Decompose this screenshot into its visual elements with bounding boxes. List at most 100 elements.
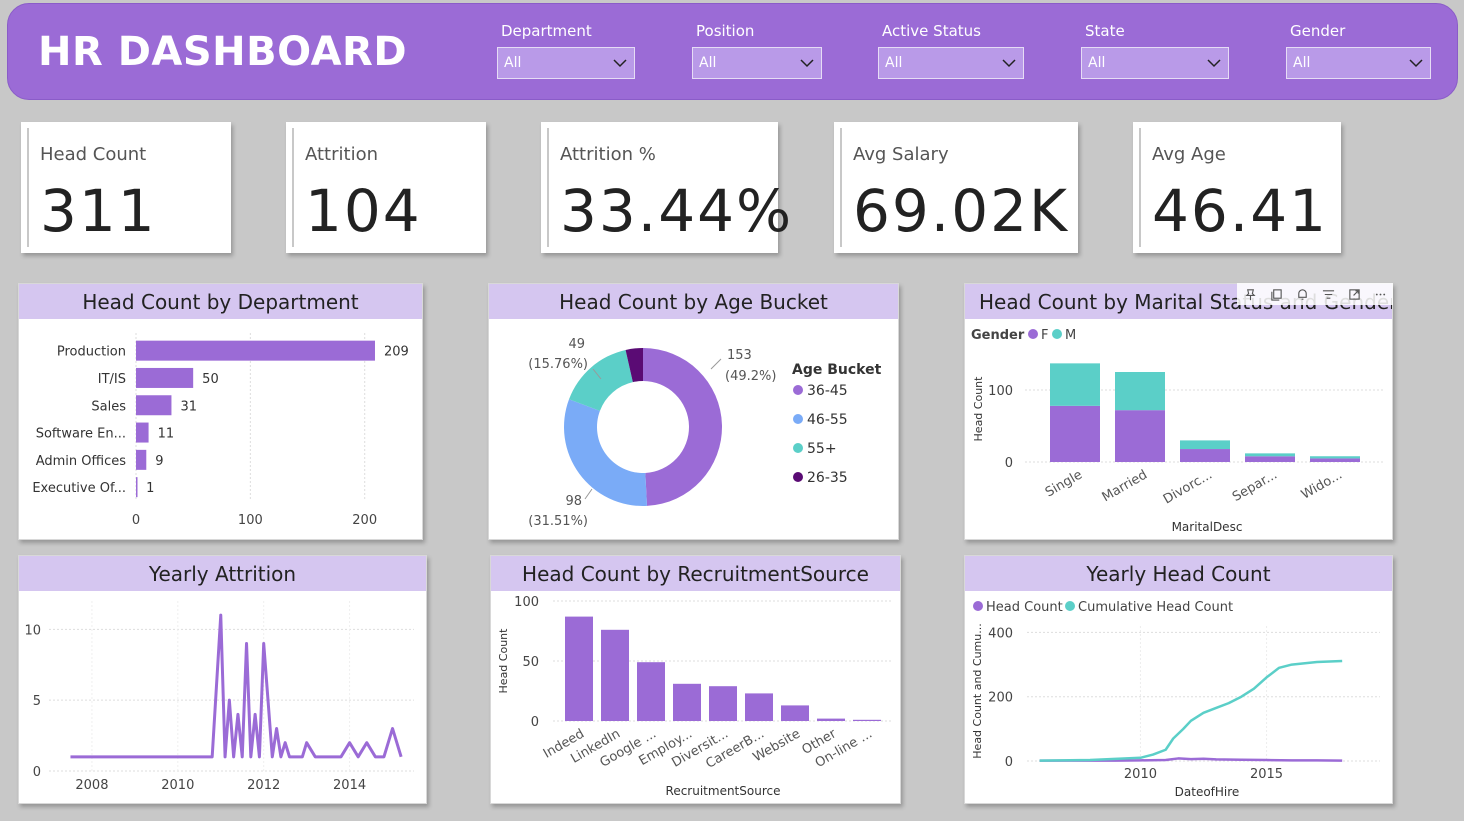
bar (817, 718, 845, 721)
slicer-label: Department (501, 22, 592, 40)
legend-label: Head Count (986, 600, 1063, 615)
data-label: 9 (155, 454, 163, 469)
stacked-bar-segment (1115, 410, 1165, 462)
stacked-bar-segment (1115, 372, 1165, 411)
legend-marker (1052, 329, 1062, 339)
chevron-down-icon (1002, 59, 1016, 68)
leader-line (584, 488, 593, 500)
legend-marker (793, 414, 803, 424)
y-tick-label: 10 (24, 623, 41, 638)
slicer-position: Position All (692, 22, 822, 79)
slice-pct-label: (15.76%) (528, 357, 588, 372)
legend-label: M (1065, 328, 1076, 343)
bar (709, 686, 737, 721)
category-label: Sales (91, 399, 126, 414)
department-dropdown[interactable]: All (497, 47, 635, 79)
panel-marital[interactable]: Head Count by Marital Status and Gender … (964, 283, 1393, 540)
bell-icon[interactable] (1296, 288, 1309, 301)
bar (136, 477, 138, 498)
panel-yearly-attrition[interactable]: Yearly Attrition 0 5 10 2008 2010 2012 2014 (18, 555, 427, 804)
slicer-active-status: Active Status All (878, 22, 1024, 79)
position-dropdown[interactable]: All (692, 47, 822, 79)
gender-dropdown[interactable]: All (1286, 47, 1431, 79)
bar (601, 629, 629, 721)
y-tick-label: 50 (522, 655, 539, 670)
panel-recruitment[interactable]: Head Count by RecruitmentSource 0 50 100 He… (490, 555, 901, 804)
legend-marker (973, 601, 983, 611)
x-axis-label: DateofHire (1175, 785, 1240, 799)
slicer-label: Active Status (882, 22, 981, 40)
slicer-gender: Gender All (1286, 22, 1431, 79)
y-tick-label: 400 (988, 626, 1013, 641)
slicer-label: State (1085, 22, 1125, 40)
pin-icon[interactable] (1244, 288, 1257, 301)
legend-marker (793, 385, 803, 395)
x-tick-label: Married (1100, 467, 1150, 505)
more-icon[interactable] (1374, 288, 1387, 301)
state-dropdown[interactable]: All (1081, 47, 1229, 79)
stacked-bar-segment (1245, 456, 1295, 462)
legend-label: Cumulative Head Count (1078, 600, 1233, 615)
copy-icon[interactable] (1270, 288, 1283, 301)
bar (136, 367, 194, 388)
chevron-down-icon (1207, 59, 1221, 68)
series-line (1039, 659, 1343, 762)
kpi-card-head-count: Head Count 311 (21, 122, 231, 253)
x-tick-label: Separ... (1230, 467, 1280, 505)
slice-pct-label: (49.2%) (725, 369, 776, 384)
x-tick-label: 2014 (333, 778, 366, 793)
data-label: 1 (146, 481, 154, 496)
bar (136, 422, 149, 443)
bar (853, 719, 881, 721)
panel-age-bucket[interactable]: Head Count by Age Bucket 153 (49.2%) 98 (31… (488, 283, 899, 540)
department-bar-chart: 0 100 200 Production 209 IT/IS 50 Sales 31 Softwa… (32, 333, 409, 528)
data-label: 209 (384, 345, 409, 360)
x-tick-label: 200 (352, 513, 377, 528)
bar (673, 683, 701, 721)
y-axis-label: Head Count (497, 628, 510, 694)
legend-title: Age Bucket (792, 362, 882, 378)
header-bar: HR DASHBOARD Department All Position All… (7, 3, 1458, 100)
y-tick-label: 0 (531, 715, 539, 730)
stacked-bar-segment (1245, 453, 1295, 457)
kpi-label: Attrition % (560, 144, 656, 165)
panel-department[interactable]: Head Count by Department 0 100 200 Producti… (18, 283, 423, 540)
legend-label: 46-55 (807, 412, 848, 428)
visual-toolbar (1237, 283, 1393, 305)
legend-label: 26-35 (807, 470, 848, 486)
category-label: IT/IS (98, 372, 126, 387)
filter-icon[interactable] (1322, 288, 1335, 301)
x-tick-label: Single (1043, 467, 1085, 500)
x-tick-label: Wido... (1299, 467, 1345, 502)
legend-marker (793, 443, 803, 453)
panel-yearly-head-count[interactable]: Yearly Head Count Head Count Cumulative H… (964, 555, 1393, 804)
chevron-down-icon (613, 59, 627, 68)
slicer-state: State All (1081, 22, 1229, 79)
attrition-line-chart: 0 5 10 2008 2010 2012 2014 (24, 601, 414, 793)
legend-title: Gender (971, 328, 1025, 343)
kpi-label: Avg Age (1152, 144, 1226, 165)
x-tick-label: 100 (238, 513, 263, 528)
y-axis-label: Head Count (972, 376, 985, 442)
age-donut-chart: 153 (49.2%) 98 (31.51%) 49 (15.76%) Age Bucket… (528, 337, 882, 529)
yearly-headcount-line-chart: Head Count Cumulative Head Count 0 200 400 20… (971, 600, 1380, 799)
dashboard-title: HR DASHBOARD (38, 29, 408, 75)
chevron-down-icon (800, 59, 814, 68)
kpi-value: 33.44% (560, 177, 794, 245)
data-label: 31 (180, 399, 197, 414)
kpi-card-avg-salary: Avg Salary 69.02K (834, 122, 1078, 253)
x-axis-label: RecruitmentSource (666, 784, 781, 798)
kpi-card-avg-age: Avg Age 46.41 (1133, 122, 1341, 253)
slicer-value: All (504, 55, 522, 71)
focus-icon[interactable] (1348, 288, 1361, 301)
bar (136, 449, 147, 470)
active-status-dropdown[interactable]: All (878, 47, 1024, 79)
y-tick-label: 100 (988, 384, 1013, 399)
kpi-value: 104 (305, 177, 422, 245)
donut-slice (564, 399, 647, 506)
y-tick-label: 100 (514, 595, 539, 610)
panel-title: Head Count by Age Bucket (489, 284, 898, 319)
x-tick-label: 2010 (1124, 767, 1157, 782)
stacked-bar-segment (1180, 449, 1230, 462)
kpi-label: Head Count (40, 144, 147, 165)
